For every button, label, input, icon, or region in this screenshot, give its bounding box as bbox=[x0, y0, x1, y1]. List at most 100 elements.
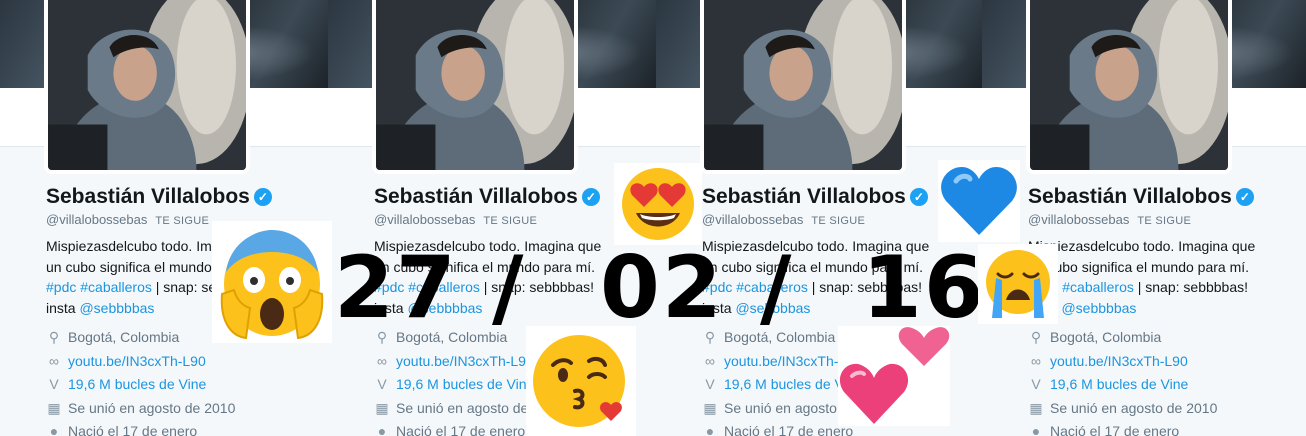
birthday-row: ● Nació el 17 de enero bbox=[46, 421, 306, 436]
handle-row: @villalobossebas TE SIGUE bbox=[46, 212, 209, 227]
website-row: ∞ youtu.be/IN3cxTh-L90 bbox=[1028, 351, 1288, 375]
joined-row: ▦ Se unió en agosto de 2010 bbox=[1028, 398, 1288, 422]
location-text: Bogotá, Colombia bbox=[1050, 329, 1162, 345]
website-link[interactable]: youtu.be/IN3cxTh-L90 bbox=[1050, 353, 1188, 369]
vine-row: V 19,6 M bucles de Vine bbox=[1028, 374, 1288, 398]
profile-name[interactable]: Sebastián Villalobos ✓ bbox=[46, 185, 272, 209]
avatar[interactable] bbox=[372, 0, 578, 174]
link-icon: ∞ bbox=[1031, 352, 1041, 369]
balloon-icon: ● bbox=[377, 423, 387, 436]
follows-you-badge: TE SIGUE bbox=[155, 215, 210, 227]
blue-heart-icon bbox=[938, 160, 1020, 242]
vine-link[interactable]: 19,6 M bucles de Vine bbox=[68, 376, 206, 392]
verified-badge-icon: ✓ bbox=[1235, 188, 1254, 206]
hashtag-link[interactable]: #caballeros bbox=[80, 279, 152, 295]
location-row: ⚲ Bogotá, Colombia bbox=[1028, 327, 1288, 351]
vine-link[interactable]: 19,6 M bucles de Vine bbox=[396, 376, 534, 392]
mention-link[interactable]: @sebbbbas bbox=[79, 300, 154, 316]
location-pin-icon: ⚲ bbox=[704, 329, 716, 345]
profile-meta: ⚲ Bogotá, Colombia ∞ youtu.be/IN3cxTh-L90 … bbox=[46, 327, 306, 436]
profile-bio: Mispiezasdelcubo todo. Imagina que un cu… bbox=[374, 236, 614, 318]
location-pin-icon: ⚲ bbox=[1030, 329, 1042, 345]
link-icon: ∞ bbox=[705, 352, 715, 369]
bio-text: cubo significa el mundo para mí. bbox=[721, 258, 924, 275]
profile-handle[interactable]: @villalobossebas bbox=[702, 212, 803, 227]
balloon-icon: ● bbox=[49, 423, 59, 436]
hashtag-link[interactable]: #pdc bbox=[46, 279, 76, 295]
loudly-crying-face-icon bbox=[978, 244, 1058, 324]
location-text: Bogotá, Colombia bbox=[68, 329, 180, 345]
profile-handle[interactable]: @villalobossebas bbox=[374, 212, 475, 227]
profile-name-text: Sebastián Villalobos bbox=[374, 185, 578, 208]
avatar[interactable] bbox=[700, 0, 906, 174]
website-link[interactable]: youtu.be/IN3cxTh-L90 bbox=[396, 353, 534, 369]
profile-bio: Mispiezasdelcubo todo. Imagina que un cu… bbox=[702, 236, 942, 318]
vine-link[interactable]: 19,6 M bucles de Vine bbox=[1050, 376, 1188, 392]
avatar[interactable] bbox=[1026, 0, 1232, 174]
profile-name[interactable]: Sebastián Villalobos ✓ bbox=[702, 185, 928, 209]
two-hearts-icon bbox=[838, 326, 950, 426]
website-row: ∞ youtu.be/IN3cxTh-L90 bbox=[46, 351, 306, 375]
profile-name[interactable]: Sebastián Villalobos ✓ bbox=[1028, 185, 1254, 209]
hashtag-link[interactable]: #pdc bbox=[374, 279, 404, 295]
mention-link[interactable]: @sebbbbas bbox=[735, 300, 810, 316]
profile-meta: ⚲ Bogotá, Colombia ∞ youtu.be/IN3cxTh-L90 … bbox=[1028, 327, 1288, 436]
handle-row: @villalobossebas TE SIGUE bbox=[374, 212, 537, 227]
profile-name[interactable]: Sebastián Villalobos ✓ bbox=[374, 185, 600, 209]
location-text: Bogotá, Colombia bbox=[724, 329, 836, 345]
verified-badge-icon: ✓ bbox=[581, 188, 600, 206]
profile-panel-4: Sebastián Villalobos ✓ @villalobossebas TE… bbox=[982, 0, 1306, 436]
heart-eyes-icon bbox=[614, 163, 702, 245]
birthday-text: Nació el 17 de enero bbox=[1050, 423, 1180, 436]
profile-panel-1: Sebastián Villalobos ✓ @villalobossebas TE… bbox=[0, 0, 328, 436]
vine-row: V 19,6 M bucles de Vine bbox=[46, 374, 306, 398]
handle-row: @villalobossebas TE SIGUE bbox=[1028, 212, 1191, 227]
verified-badge-icon: ✓ bbox=[909, 188, 928, 206]
mention-link[interactable]: @sebbbbas bbox=[1061, 300, 1136, 316]
hashtag-link[interactable]: #pdc bbox=[702, 279, 732, 295]
joined-row: ▦ Se unió en agosto de 2010 bbox=[46, 398, 306, 422]
hashtag-link[interactable]: #caballeros bbox=[736, 279, 808, 295]
verified-badge-icon: ✓ bbox=[253, 188, 272, 206]
follows-you-badge: TE SIGUE bbox=[811, 215, 866, 227]
hashtag-link[interactable]: #caballeros bbox=[1062, 279, 1134, 295]
location-pin-icon: ⚲ bbox=[48, 329, 60, 345]
follows-you-badge: TE SIGUE bbox=[1137, 215, 1192, 227]
link-icon: ∞ bbox=[377, 352, 387, 369]
location-text: Bogotá, Colombia bbox=[396, 329, 508, 345]
vine-icon: V bbox=[705, 376, 715, 392]
profile-name-text: Sebastián Villalobos bbox=[46, 185, 250, 208]
hashtag-link[interactable]: #caballeros bbox=[408, 279, 480, 295]
profile-handle[interactable]: @villalobossebas bbox=[46, 212, 147, 227]
calendar-icon: ▦ bbox=[703, 399, 717, 416]
vine-icon: V bbox=[49, 376, 59, 392]
calendar-icon: ▦ bbox=[47, 399, 61, 416]
balloon-icon: ● bbox=[705, 423, 715, 436]
face-screaming-in-fear-icon bbox=[212, 221, 332, 343]
profile-handle[interactable]: @villalobossebas bbox=[1028, 212, 1129, 227]
profile-name-text: Sebastián Villalobos bbox=[702, 185, 906, 208]
bio-text: cubo significa el mundo para mí. bbox=[393, 258, 596, 275]
birthday-row: ● Nació el 17 de enero bbox=[1028, 421, 1288, 436]
profile-bio: Mispiezasdelcubo todo. Imagina que un cu… bbox=[1028, 236, 1268, 318]
handle-row: @villalobossebas TE SIGUE bbox=[702, 212, 865, 227]
calendar-icon: ▦ bbox=[1029, 399, 1043, 416]
vine-icon: V bbox=[377, 376, 387, 392]
location-pin-icon: ⚲ bbox=[376, 329, 388, 345]
calendar-icon: ▦ bbox=[375, 399, 389, 416]
mention-link[interactable]: @sebbbbas bbox=[407, 300, 482, 316]
follows-you-badge: TE SIGUE bbox=[483, 215, 538, 227]
avatar[interactable] bbox=[44, 0, 250, 174]
joined-text: Se unió en agosto de 2010 bbox=[1050, 399, 1218, 416]
joined-text: Se unió en agosto de 2010 bbox=[68, 399, 236, 416]
face-blowing-kiss-icon bbox=[526, 326, 636, 436]
birthday-text: Nació el 17 de enero bbox=[724, 423, 854, 436]
birthday-text: Nació el 17 de enero bbox=[68, 423, 198, 436]
balloon-icon: ● bbox=[1031, 423, 1041, 436]
birthday-text: Nació el 17 de enero bbox=[396, 423, 526, 436]
website-link[interactable]: youtu.be/IN3cxTh-L90 bbox=[68, 353, 206, 369]
link-icon: ∞ bbox=[49, 352, 59, 369]
vine-icon: V bbox=[1031, 376, 1041, 392]
profile-name-text: Sebastián Villalobos bbox=[1028, 185, 1232, 208]
bio-text: cubo significa el mundo para mí. bbox=[1047, 258, 1250, 275]
